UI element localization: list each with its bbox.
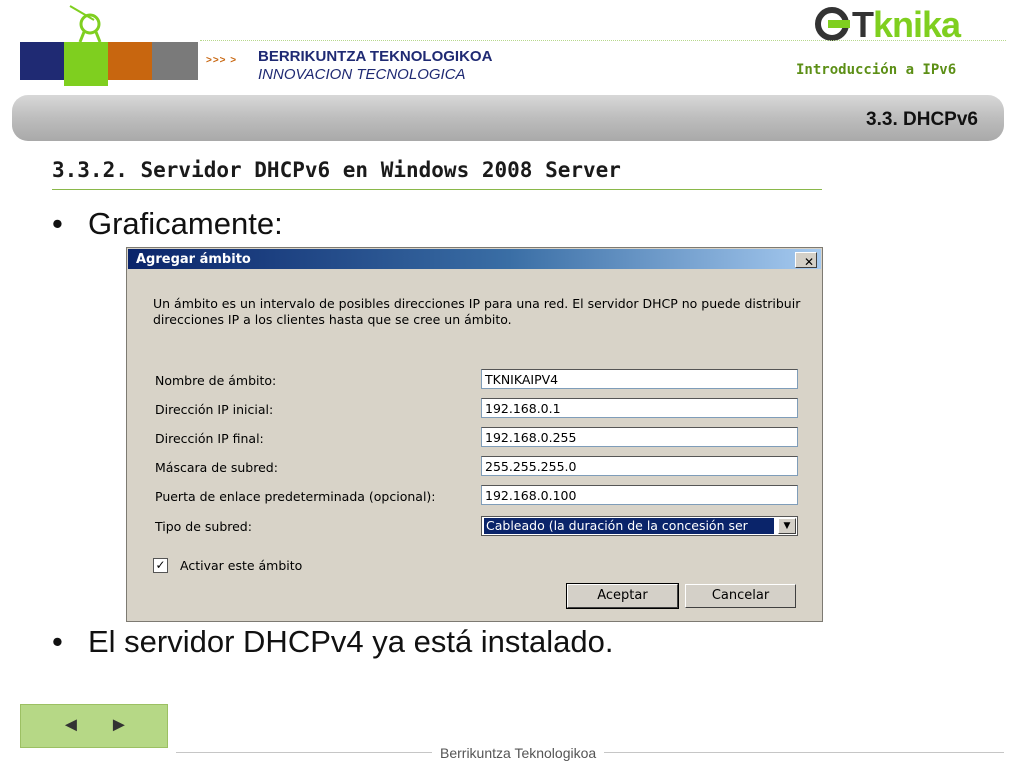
tknika-logo: Tknika [812, 4, 1002, 45]
header-dotted-rule [200, 40, 1006, 41]
brand-line-2: INNOVACION TECNOLOGICA [258, 66, 466, 83]
cancel-button[interactable]: Cancelar [685, 584, 796, 608]
chevron-down-icon[interactable]: ▼ [778, 518, 796, 534]
dialog-title: Agregar ámbito [136, 252, 251, 267]
gateway-label: Puerta de enlace predeterminada (opciona… [155, 489, 436, 504]
brand-line-1: BERRIKUNTZA TEKNOLOGIKOA [258, 48, 493, 65]
start-ip-input[interactable]: 192.168.0.1 [481, 398, 798, 418]
subnet-type-select[interactable]: Cableado (la duración de la concesión se… [481, 516, 798, 536]
logo-block-navy [20, 42, 64, 80]
checkmark-icon: ✓ [155, 558, 166, 572]
dialog-titlebar[interactable]: Agregar ámbito ✕ [128, 249, 821, 269]
logo-suffix: knika [873, 4, 961, 45]
close-icon: ✕ [804, 255, 815, 269]
subnet-type-value: Cableado (la duración de la concesión se… [484, 518, 774, 534]
logo-block-green [64, 42, 108, 86]
subnet-mask-label: Máscara de subred: [155, 460, 278, 475]
tknika-logo-icon [815, 7, 850, 41]
end-ip-label: Dirección IP final: [155, 431, 264, 446]
footer-label: Berrikuntza Teknologikoa [432, 745, 605, 761]
logo-prefix: T [852, 4, 874, 45]
logo-block-orange [108, 42, 152, 80]
subnet-mask-input[interactable]: 255.255.255.0 [481, 456, 798, 476]
add-scope-dialog: Agregar ámbito ✕ Un ámbito es un interva… [126, 247, 823, 622]
bullet-text: El servidor DHCPv4 ya está instalado. [88, 624, 614, 659]
slide-nav: ◄ ► [20, 704, 168, 748]
topic-label: Introducción a IPv6 [796, 62, 957, 78]
logo-block-gray [152, 42, 198, 80]
bullet-item: • El servidor DHCPv4 ya está instalado. [52, 624, 614, 659]
dialog-description: Un ámbito es un intervalo de posibles di… [153, 296, 801, 327]
slide-subtitle: 3.3.2. Servidor DHCPv6 en Windows 2008 S… [52, 158, 621, 182]
prev-arrow-icon[interactable]: ◄ [61, 714, 81, 737]
bullet-text: Graficamente: [88, 206, 283, 241]
activate-scope-checkbox[interactable]: ✓ [153, 558, 168, 573]
header-arrows: >>> > [206, 55, 238, 66]
scope-name-input[interactable]: TKNIKAIPV4 [481, 369, 798, 389]
subtitle-rule [52, 189, 822, 190]
end-ip-input[interactable]: 192.168.0.255 [481, 427, 798, 447]
section-badge: 3.3. DHCPv6 [866, 109, 978, 130]
section-band: 3.3. DHCPv6 [12, 95, 1004, 141]
mascot-icon [69, 5, 102, 43]
subnet-type-label: Tipo de subred: [155, 519, 252, 534]
start-ip-label: Dirección IP inicial: [155, 402, 274, 417]
next-arrow-icon[interactable]: ► [109, 714, 129, 737]
close-button[interactable]: ✕ [795, 252, 817, 269]
gateway-input[interactable]: 192.168.0.100 [481, 485, 798, 505]
bullet-item: • Graficamente: [52, 206, 283, 241]
accept-button[interactable]: Aceptar [566, 583, 679, 609]
activate-scope-label: Activar este ámbito [180, 558, 303, 573]
scope-name-label: Nombre de ámbito: [155, 373, 277, 388]
